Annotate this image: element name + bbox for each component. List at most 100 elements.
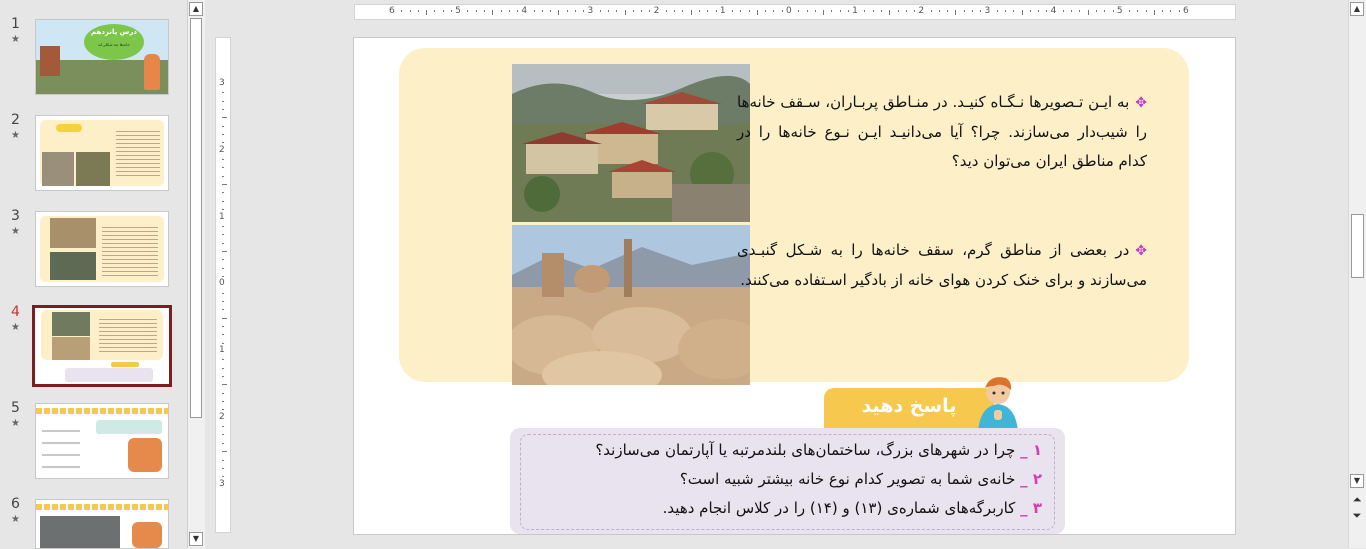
ruler-tick: [500, 10, 502, 12]
ruler-tick: [222, 401, 224, 403]
ruler-tick: [222, 325, 224, 327]
slide-thumbnail-6[interactable]: [35, 499, 169, 549]
ruler-tick: [222, 275, 224, 277]
answer-label: پاسخ دهید: [861, 395, 957, 417]
question-text: کاربرگه‌های شماره‌ی (۱۳) و (۱۴) را در کل…: [662, 499, 1016, 517]
scroll-up-button[interactable]: ▲: [189, 2, 203, 16]
ruler-label: 5: [1116, 6, 1123, 16]
slide-thumbnail-pane: 1 ★ درس پانزدهم خانه‌ها چه شکلی‌اند 2 ★ …: [0, 0, 186, 549]
ruler-tick: [222, 100, 224, 102]
thinking-boy-illustration: [972, 372, 1024, 432]
thumbnail-photo: [42, 152, 74, 186]
ruler-tick: [222, 267, 224, 269]
slide-thumbnail-1[interactable]: درس پانزدهم خانه‌ها چه شکلی‌اند: [35, 19, 169, 95]
ruler-tick: [1178, 10, 1180, 12]
ruler-tick: [401, 10, 403, 12]
ruler-tick: [773, 10, 775, 12]
ruler-tick: [756, 10, 758, 15]
animation-star-icon: ★: [11, 322, 20, 333]
ruler-tick: [558, 10, 560, 15]
answer-badge: پاسخ دهید: [824, 388, 994, 428]
ruler-tick: [222, 334, 224, 336]
ruler-tick: [222, 317, 227, 319]
ruler-tick: [715, 10, 717, 12]
ruler-label: 0: [219, 278, 225, 289]
ruler-tick: [649, 10, 651, 12]
slide-canvas[interactable]: ✥به ایـن تـصویرها نـگـاه کنیـد. در منـاط…: [353, 37, 1236, 535]
ruler-tick: [222, 342, 224, 344]
ruler-label: 1: [219, 345, 225, 356]
ruler-tick: [1129, 10, 1131, 12]
ruler-tick: [222, 434, 224, 436]
ruler-tick: [434, 10, 436, 12]
scroll-down-button[interactable]: ▼: [189, 532, 203, 546]
ruler-tick: [222, 292, 224, 294]
ruler-tick: [599, 10, 601, 12]
ruler-label: 2: [219, 411, 225, 422]
thumbnail-bubble: [96, 420, 162, 434]
ruler-label: 6: [1182, 6, 1189, 16]
ruler-tick: [566, 10, 568, 12]
ruler-tick: [517, 10, 519, 12]
questions-panel: ۱ _ چرا در شهرهای بزرگ، ساختمان‌های بلند…: [510, 428, 1065, 534]
ruler-tick: [222, 209, 224, 211]
animation-star-icon: ★: [11, 514, 20, 525]
ruler-tick: [831, 10, 833, 12]
ruler-label: 1: [852, 6, 858, 16]
ruler-tick: [1153, 10, 1155, 15]
ruler-tick: [1021, 10, 1023, 15]
ruler-tick: [222, 175, 224, 177]
ruler-tick: [665, 10, 667, 12]
ruler-tick: [222, 184, 227, 186]
ruler-tick: [740, 10, 742, 12]
thumbnail-number: 6: [11, 496, 20, 512]
thumbnail-photo: [76, 152, 110, 186]
thumbnail-number: 1: [11, 16, 20, 32]
slide-thumbnail-3[interactable]: [35, 211, 169, 287]
next-slide-icon[interactable]: ⏷: [1350, 510, 1364, 524]
question-number: ۲ _: [1020, 470, 1042, 488]
thumbnail-photo: [50, 252, 96, 280]
slide-scrollbar[interactable]: ▲ ▼ ⏶ ⏷: [1348, 0, 1366, 548]
ruler-label: 6: [389, 6, 395, 16]
ruler-tick: [732, 10, 734, 12]
ruler-tick: [880, 10, 882, 12]
ruler-tick: [1005, 10, 1007, 12]
slide-thumbnail-2[interactable]: [35, 115, 169, 191]
thumbnail-number: 2: [11, 112, 20, 128]
ruler-tick: [541, 10, 543, 12]
thumbnail-subtitle: خانه‌ها چه شکلی‌اند: [98, 42, 130, 47]
slide-scroll-thumb[interactable]: [1351, 214, 1364, 278]
slide-thumbnail-4[interactable]: [32, 305, 172, 387]
scroll-down-button[interactable]: ▼: [1350, 474, 1364, 488]
scroll-up-button[interactable]: ▲: [1350, 2, 1364, 16]
ruler-tick: [450, 10, 452, 12]
ruler-tick: [608, 10, 610, 12]
ruler-label: 0: [785, 6, 792, 16]
boy-illustration: [144, 54, 160, 90]
ruler-tick: [839, 10, 841, 12]
thumbnail-scrollbar[interactable]: ▲ ▼: [187, 0, 205, 548]
ruler-tick: [222, 392, 224, 394]
ruler-tick: [222, 250, 227, 252]
ruler-tick: [222, 167, 224, 169]
ruler-tick: [222, 467, 224, 469]
ruler-tick: [632, 10, 634, 12]
question-1: ۱ _ چرا در شهرهای بزرگ، ساختمان‌های بلند…: [595, 441, 1042, 459]
ruler-tick: [492, 10, 494, 15]
ruler-tick: [897, 10, 899, 12]
ruler-tick: [475, 10, 477, 12]
ruler-label: 1: [719, 6, 726, 16]
ruler-tick: [872, 10, 874, 12]
ruler-label: 5: [455, 6, 461, 16]
previous-slide-icon[interactable]: ⏶: [1350, 494, 1364, 508]
vertical-ruler: 3 2 1 0 1 2 3: [215, 37, 231, 533]
ruler-tick: [508, 10, 510, 12]
ruler-tick: [222, 109, 224, 111]
ruler-tick: [707, 10, 709, 12]
ruler-label: 3: [219, 478, 225, 489]
ruler-label: 1: [219, 211, 225, 222]
ruler-tick: [1079, 10, 1081, 12]
thumbnail-scroll-thumb[interactable]: [190, 18, 202, 418]
slide-thumbnail-5[interactable]: [35, 403, 169, 479]
